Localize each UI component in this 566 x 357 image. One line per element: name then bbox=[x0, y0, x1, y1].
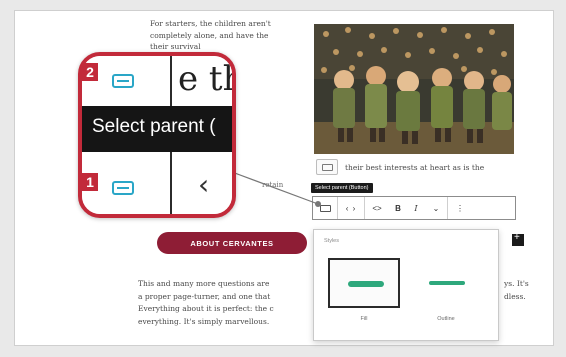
text-line: completely alone, and have the bbox=[150, 30, 269, 40]
parent-block-icon bbox=[319, 204, 331, 212]
bold-button[interactable]: B bbox=[389, 197, 407, 219]
select-parent-button[interactable] bbox=[313, 197, 337, 219]
select-parent-tooltip: Select parent (Button) bbox=[311, 183, 373, 193]
zoom-callout: e the Select parent ( ‹ bbox=[78, 52, 236, 218]
text-fragment-right: dless. bbox=[504, 291, 526, 301]
move-button[interactable]: ‹ › bbox=[338, 197, 364, 219]
article-image[interactable] bbox=[314, 24, 514, 154]
zoom-divider bbox=[170, 56, 172, 106]
block-type-icon[interactable] bbox=[316, 159, 338, 175]
block-toolbar: ‹ › <> B I ⌄ ⋮ bbox=[312, 196, 516, 220]
inline-code-button[interactable]: <> bbox=[365, 197, 389, 219]
article-text-fragment: retain bbox=[262, 181, 284, 189]
text-line: For starters, the children aren't bbox=[150, 19, 271, 28]
more-formatting-button[interactable]: ⌄ bbox=[425, 197, 447, 219]
add-block-icon[interactable] bbox=[512, 232, 524, 246]
zoom-bottom-row bbox=[82, 152, 232, 214]
text-line: Everything about it is perfect: the c bbox=[138, 304, 274, 313]
zoom-divider bbox=[170, 152, 172, 214]
step-badge-2: 2 bbox=[82, 63, 98, 81]
step-badge-1: 1 bbox=[82, 173, 98, 191]
text-line: This and many more questions are bbox=[138, 279, 270, 288]
zoom-heading-text: e the bbox=[178, 59, 232, 99]
illustration-children-group bbox=[314, 24, 514, 154]
parent-block-icon bbox=[112, 74, 134, 88]
zoom-tooltip-bar: Select parent ( bbox=[82, 106, 232, 152]
text-fragment-right: ys. It's bbox=[504, 279, 529, 288]
italic-button[interactable]: I bbox=[407, 197, 425, 219]
options-button[interactable]: ⋮ bbox=[448, 197, 472, 219]
about-cervantes-button[interactable]: ABOUT CERVANTES bbox=[157, 232, 307, 254]
chevron-left-icon: ‹ bbox=[198, 168, 210, 201]
text-line: a proper page-turner, and one that bbox=[138, 291, 271, 301]
styles-title: Styles bbox=[324, 238, 339, 244]
article-paragraph-bottom: This and many more questions are a prope… bbox=[138, 278, 529, 328]
button-block-icon bbox=[322, 164, 333, 171]
select-parent-icon bbox=[112, 181, 134, 195]
text-line: everything. It's simply marvellous. bbox=[138, 316, 270, 326]
article-caption-line: their best interests at heart as is the bbox=[345, 163, 485, 172]
zoom-tooltip-text: Select parent ( bbox=[92, 116, 216, 137]
